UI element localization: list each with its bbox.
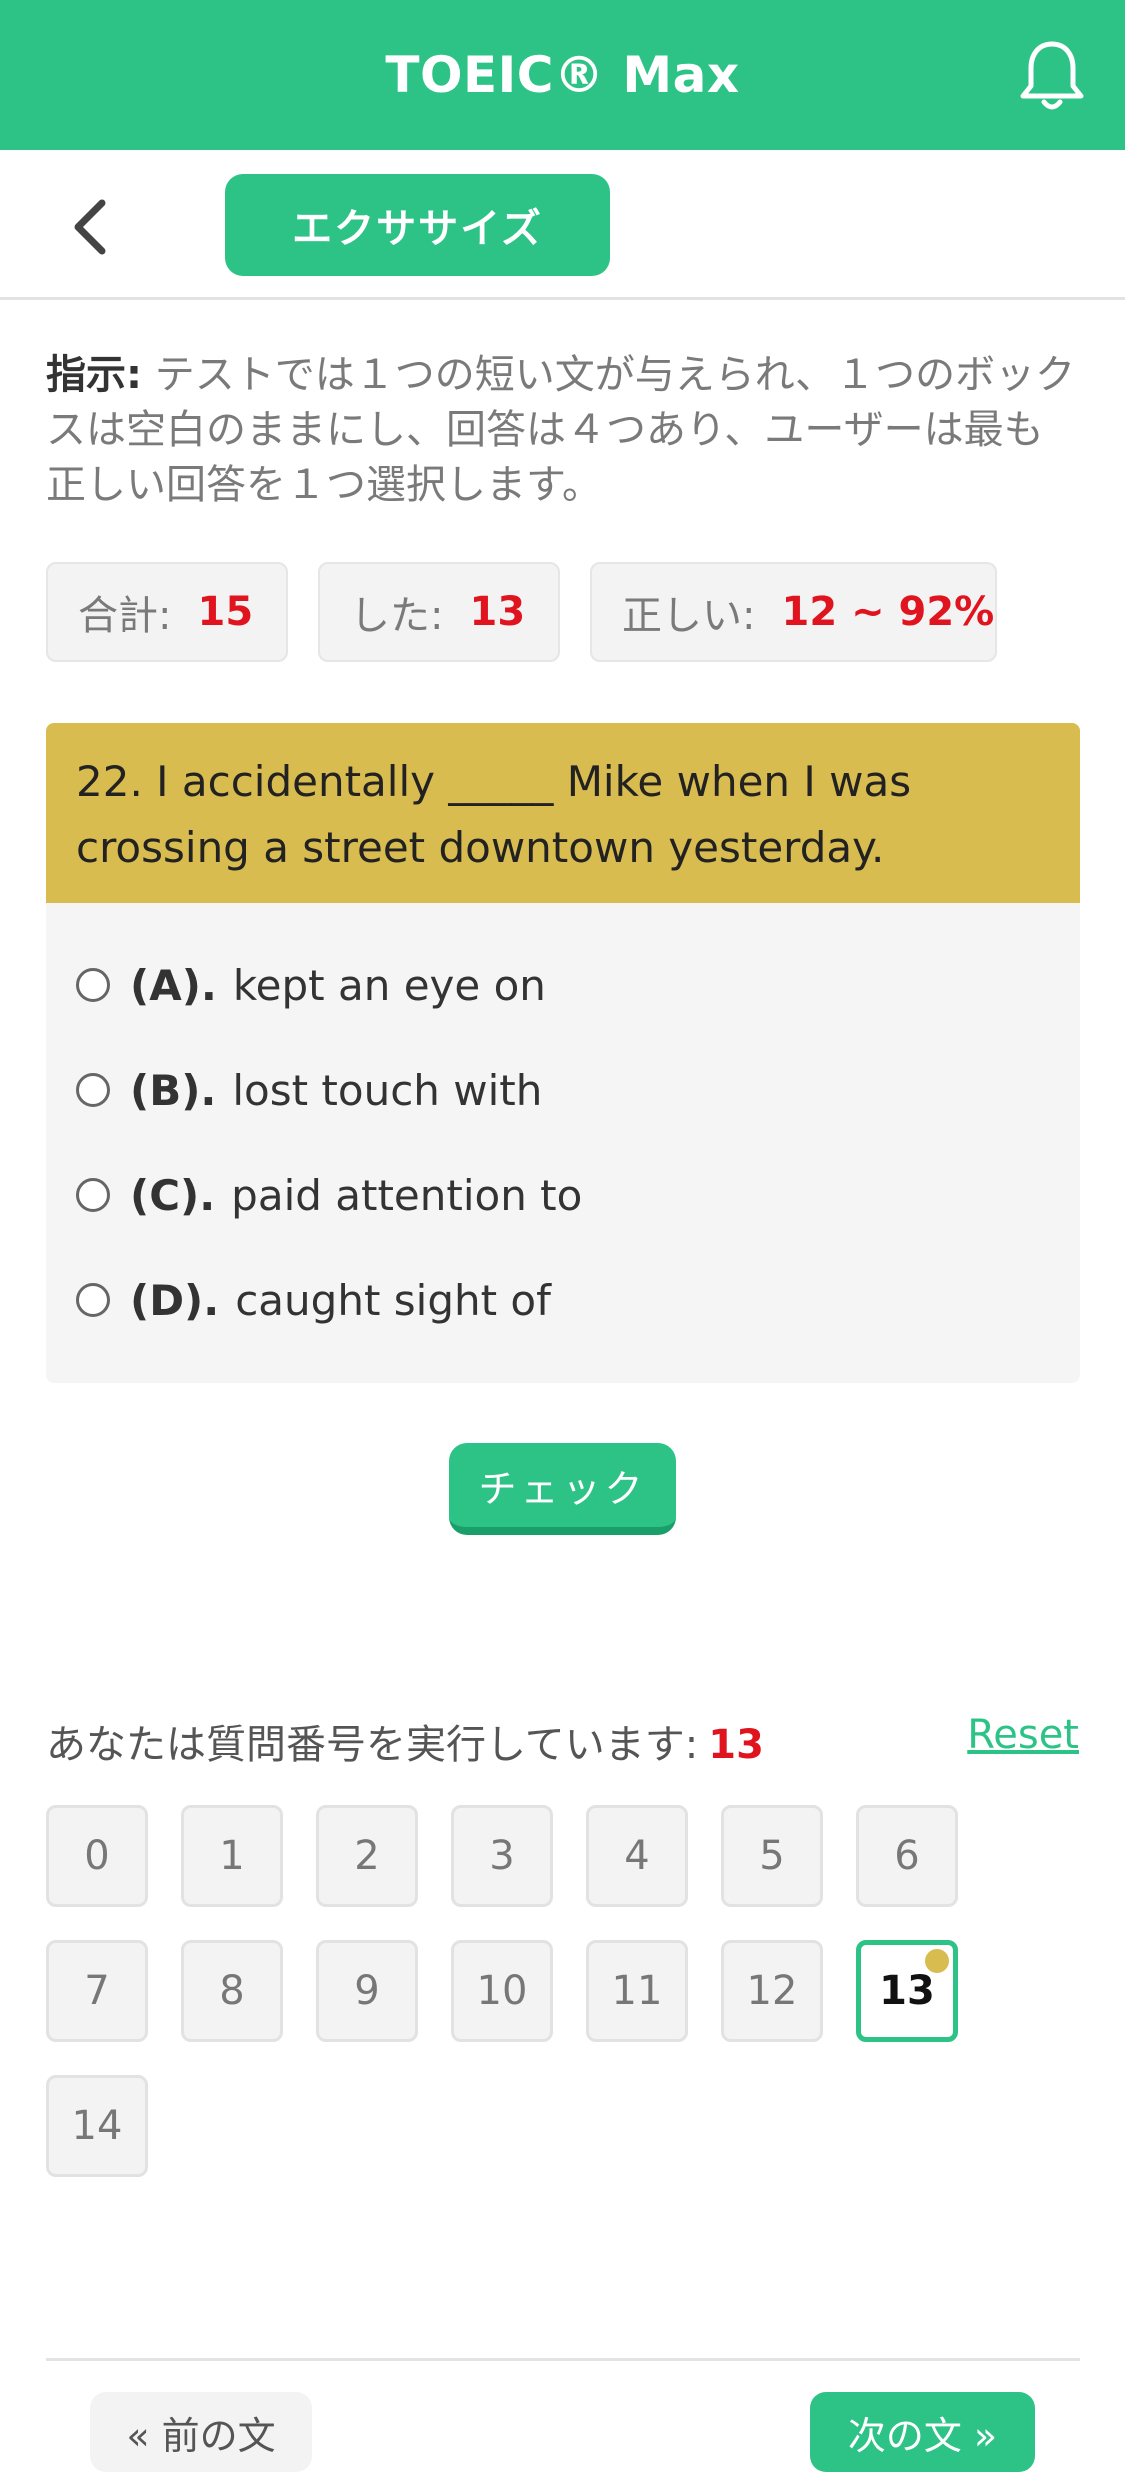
question-text: 22. I accidentally _____ Mike when I was… <box>46 723 1080 903</box>
reset-link[interactable]: Reset <box>967 1712 1079 1758</box>
question-number-button[interactable]: 5 <box>721 1805 823 1907</box>
option-a-radio[interactable] <box>76 968 110 1002</box>
instructions: 指示: テストでは１つの短い文が与えられ、１つのボックスは空白のままにし、回答は… <box>46 348 1076 513</box>
question-number-button[interactable]: 7 <box>46 1940 148 2042</box>
progress-label: あなたは質問番号を実行しています: 13 <box>46 1712 764 1770</box>
option-c-text: paid attention to <box>231 1170 583 1220</box>
option-b-radio[interactable] <box>76 1073 110 1107</box>
question-number-button[interactable]: 9 <box>316 1940 418 2042</box>
question-card: 22. I accidentally _____ Mike when I was… <box>46 723 1080 1383</box>
question-number-label: 13 <box>879 1968 935 2014</box>
app-header: TOEIC® Max <box>0 0 1125 150</box>
app-title: TOEIC® Max <box>385 46 740 104</box>
check-button[interactable]: チェック <box>449 1443 676 1535</box>
tab-exercise[interactable]: エクササイズ <box>225 174 610 276</box>
question-number-button[interactable]: 14 <box>46 2075 148 2177</box>
option-b-text: lost touch with <box>232 1065 543 1115</box>
question-number-button[interactable]: 3 <box>451 1805 553 1907</box>
stat-correct: 正しい: 12 ~ 92% <box>590 562 997 662</box>
prev-sentence-button[interactable]: « 前の文 <box>90 2392 312 2472</box>
stat-done-label: した: <box>350 593 444 639</box>
option-d-radio[interactable] <box>76 1283 110 1317</box>
stat-correct-value: 12 ~ 92% <box>781 589 995 635</box>
option-d-letter: (D). <box>130 1275 220 1325</box>
instructions-label: 指示: <box>46 352 142 398</box>
option-a-text: kept an eye on <box>232 960 546 1010</box>
progress-label-text: あなたは質問番号を実行しています: <box>46 1722 699 1768</box>
stat-done-value: 13 <box>469 589 526 635</box>
stat-total-label: 合計: <box>78 593 172 639</box>
question-number-button[interactable]: 12 <box>721 1940 823 2042</box>
sub-navigation: エクササイズ <box>0 150 1125 300</box>
option-b[interactable]: (B). lost touch with <box>76 1055 542 1125</box>
footer-divider <box>46 2358 1080 2361</box>
current-indicator-dot <box>925 1949 949 1973</box>
instructions-text: テストでは１つの短い文が与えられ、１つのボックスは空白のままにし、回答は４つあり… <box>46 352 1076 508</box>
option-c-letter: (C). <box>130 1170 216 1220</box>
option-b-letter: (B). <box>130 1065 217 1115</box>
question-number-button[interactable]: 2 <box>316 1805 418 1907</box>
question-number-button[interactable]: 8 <box>181 1940 283 2042</box>
option-c[interactable]: (C). paid attention to <box>76 1160 582 1230</box>
question-number-button[interactable]: 0 <box>46 1805 148 1907</box>
question-number-button-current[interactable]: 13 <box>856 1940 958 2042</box>
stat-correct-label: 正しい: <box>622 593 756 639</box>
option-d[interactable]: (D). caught sight of <box>76 1265 551 1335</box>
option-d-text: caught sight of <box>235 1275 551 1325</box>
stat-total-value: 15 <box>197 589 254 635</box>
option-a[interactable]: (A). kept an eye on <box>76 950 546 1020</box>
back-chevron-icon[interactable] <box>60 192 120 262</box>
progress-current: 13 <box>708 1722 764 1768</box>
question-number-button[interactable]: 4 <box>586 1805 688 1907</box>
option-c-radio[interactable] <box>76 1178 110 1212</box>
stat-done: した: 13 <box>318 562 560 662</box>
option-a-letter: (A). <box>130 960 217 1010</box>
question-number-button[interactable]: 11 <box>586 1940 688 2042</box>
notification-bell-icon[interactable] <box>1017 38 1087 114</box>
question-number-button[interactable]: 10 <box>451 1940 553 2042</box>
question-number-button[interactable]: 1 <box>181 1805 283 1907</box>
question-number-button[interactable]: 6 <box>856 1805 958 1907</box>
next-sentence-button[interactable]: 次の文 » <box>810 2392 1035 2472</box>
stat-total: 合計: 15 <box>46 562 288 662</box>
